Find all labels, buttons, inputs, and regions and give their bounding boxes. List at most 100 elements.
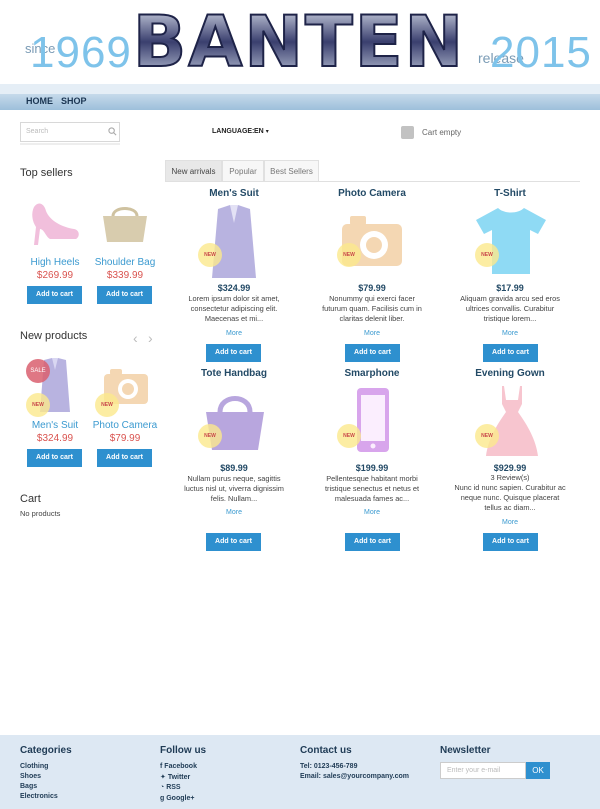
product-price: $324.99 [217, 283, 251, 293]
newsletter-submit-button[interactable]: OK [526, 762, 550, 779]
add-to-cart-button[interactable]: Add to cart [27, 286, 82, 304]
product-price: $199.99 [355, 463, 389, 473]
tab-new-arrivals[interactable]: New arrivals [165, 160, 222, 182]
search-placeholder: Search [26, 128, 49, 135]
more-link[interactable]: More [184, 330, 284, 337]
new-badge: NEW [337, 424, 361, 448]
search-underline [20, 143, 120, 145]
add-to-cart-button[interactable]: Add to cart [483, 533, 538, 551]
more-link[interactable]: More [322, 509, 422, 516]
product-title[interactable]: Photo Camera [322, 188, 422, 199]
top-seller-price: $339.99 [106, 270, 144, 281]
product-title[interactable]: Evening Gown [460, 368, 560, 379]
main-nav [0, 94, 600, 110]
footer-link[interactable]: Clothing [20, 763, 48, 770]
add-to-cart-button[interactable]: Add to cart [345, 533, 400, 551]
footer-newsletter-title: Newsletter [440, 745, 491, 756]
brand-logo[interactable]: BANTEN [136, 2, 462, 82]
footer-social-link[interactable]: ◔ RSS [160, 784, 181, 791]
language-select[interactable]: EN ▾ [254, 128, 269, 135]
footer-follow-title: Follow us [160, 745, 207, 756]
chevron-right-icon[interactable]: › [148, 330, 153, 346]
language-value: EN [254, 128, 264, 135]
footer-contact-title: Contact us [300, 745, 352, 756]
add-to-cart-button[interactable]: Add to cart [206, 344, 261, 362]
add-to-cart-button[interactable]: Add to cart [97, 286, 152, 304]
product-description: Aliquam gravida arcu sed eros ultrices co… [460, 294, 560, 323]
product-price: $89.99 [220, 463, 248, 473]
logo-year-right: 2015 [490, 28, 592, 77]
cart-status[interactable]: Cart empty [422, 128, 461, 137]
product-title[interactable]: Men's Suit [184, 188, 284, 199]
high-heel-icon[interactable] [28, 199, 82, 247]
new-badge: NEW [198, 424, 222, 448]
tab-popular[interactable]: Popular [222, 160, 264, 182]
product-price: $79.99 [358, 283, 386, 293]
new-product-price: $324.99 [36, 433, 74, 444]
footer-social-link[interactable]: ✦ Twitter [160, 773, 190, 781]
shoulder-bag-icon[interactable] [99, 204, 151, 244]
language-label: LANGUAGE: [212, 128, 255, 135]
google-plus-icon: g [160, 795, 165, 802]
more-link[interactable]: More [322, 330, 422, 337]
footer-social-link[interactable]: f Facebook [160, 763, 197, 770]
chevron-left-icon[interactable]: ‹ [133, 330, 138, 346]
tab-best-sellers[interactable]: Best Sellers [264, 160, 319, 182]
sale-badge: SALE [26, 359, 50, 383]
more-link[interactable]: More [460, 330, 560, 337]
product-title[interactable]: Tote Handbag [184, 368, 284, 379]
review-count[interactable]: 3 Review(s) [460, 473, 560, 482]
footer-link[interactable]: Bags [20, 783, 37, 790]
new-badge: NEW [475, 424, 499, 448]
footer-phone: Tel: 0123-456-789 [300, 763, 358, 770]
add-to-cart-button[interactable]: Add to cart [27, 449, 82, 467]
new-product-name[interactable]: Photo Camera [92, 420, 158, 431]
more-link[interactable]: More [184, 509, 284, 516]
top-sellers-title: Top sellers [20, 167, 73, 179]
caret-down-icon: ▾ [265, 129, 269, 135]
footer-email[interactable]: Email: sales@yourcompany.com [300, 773, 409, 780]
newsletter-placeholder: Enter your e-mail [447, 767, 501, 774]
new-badge: NEW [475, 243, 499, 267]
new-product-name[interactable]: Men's Suit [26, 420, 84, 431]
rss-icon: ◔ [160, 784, 165, 791]
product-description: Nonummy qui exerci facer futurum quam. Fa… [322, 294, 422, 323]
suit-icon[interactable] [210, 203, 258, 280]
product-description: Nullam purus neque, sagittis luctus nisl … [184, 474, 284, 503]
more-link[interactable]: More [460, 519, 560, 526]
footer-categories-title: Categories [20, 745, 72, 756]
add-to-cart-button[interactable]: Add to cart [206, 533, 261, 551]
cart-title: Cart [20, 493, 41, 505]
product-description: Pellentesque habitant morbi tristique sen… [324, 474, 420, 503]
footer-link[interactable]: Electronics [20, 793, 58, 800]
smartphone-icon[interactable] [355, 386, 391, 454]
cart-icon[interactable] [401, 126, 414, 139]
nav-spacer [0, 84, 600, 94]
nav-item-shop[interactable]: SHOP [61, 96, 87, 106]
nav-item-home[interactable]: HOME [26, 96, 53, 106]
footer-link[interactable]: Shoes [20, 773, 41, 780]
product-title[interactable]: T-Shirt [460, 188, 560, 199]
brand-logo-text: BANTEN [136, 2, 462, 82]
top-seller-name[interactable]: High Heels [26, 257, 84, 268]
add-to-cart-button[interactable]: Add to cart [97, 449, 152, 467]
dress-icon[interactable] [484, 384, 540, 458]
facebook-icon: f [160, 763, 163, 770]
product-description: Lorem ipsum dolor sit amet, consectetur a… [188, 294, 280, 323]
new-product-price: $79.99 [109, 433, 141, 444]
product-price: $929.99 [493, 463, 527, 473]
product-title[interactable]: Smarphone [322, 368, 422, 379]
search-icon[interactable] [108, 127, 117, 136]
product-description: Nunc id nunc sapien. Curabitur ac neque n… [454, 483, 566, 512]
add-to-cart-button[interactable]: Add to cart [345, 344, 400, 362]
new-badge: NEW [337, 243, 361, 267]
add-to-cart-button[interactable]: Add to cart [483, 344, 538, 362]
footer-social-link[interactable]: g Google+ [160, 795, 194, 802]
new-badge: NEW [26, 393, 50, 417]
cart-content: No products [20, 509, 61, 518]
top-seller-name[interactable]: Shoulder Bag [94, 257, 156, 268]
top-seller-price: $269.99 [36, 270, 74, 281]
logo-year-left: 1969 [30, 28, 132, 77]
new-products-title: New products [20, 330, 88, 342]
new-badge: NEW [198, 243, 222, 267]
